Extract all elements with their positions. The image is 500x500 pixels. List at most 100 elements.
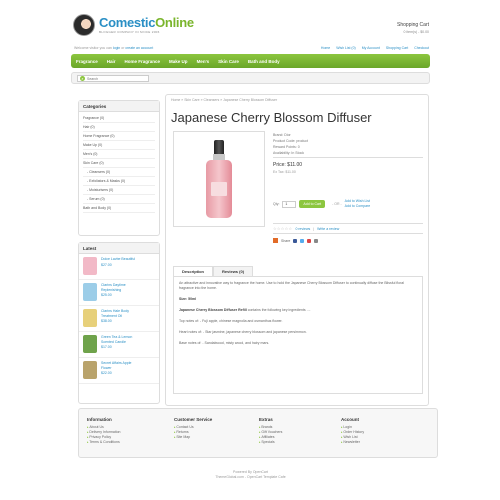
search-icon[interactable]: ⌕ [80, 76, 85, 81]
category-item[interactable]: Make Up (0) [83, 141, 155, 150]
latest-product-price: $25.00 [101, 293, 112, 297]
cart-row: Qty: 1 Add to Cart - OR - Add to Wish Li… [273, 199, 370, 209]
search-placeholder: Search [87, 76, 99, 81]
category-item[interactable]: Men's (0) [83, 150, 155, 159]
toplink-home[interactable]: Home [321, 46, 330, 50]
or-separator: - OR - [332, 202, 342, 206]
share-label[interactable]: Share [281, 239, 290, 243]
footer-column: ExtrasBrandsGift VouchersAffiliatesSpeci… [259, 417, 282, 445]
base-notes: Base notes of: - Sandalwood, misty wood,… [179, 341, 270, 345]
latest-product-thumbnail[interactable] [83, 361, 97, 379]
category-item[interactable]: Home Fragrance (0) [83, 132, 155, 141]
toplink-wishlist[interactable]: Wish List (0) [336, 46, 355, 50]
menu-item-mens[interactable]: Men's [197, 59, 210, 64]
reviews-row: ☆☆☆☆☆ 0 reviews | Write a review [273, 223, 423, 234]
latest-product-item[interactable]: Secret Affairs Apple Flower $22.00 [79, 358, 159, 384]
category-item[interactable]: - Exfoliators & Masks (0) [83, 177, 155, 186]
tab-description[interactable]: Description [173, 266, 214, 276]
latest-product-thumbnail[interactable] [83, 335, 97, 353]
menu-item-hair[interactable]: Hair [107, 59, 116, 64]
search-input[interactable]: ⌕ Search [77, 75, 149, 82]
latest-product-thumbnail[interactable] [83, 257, 97, 275]
ex-tax: Ex Tax: $11.00 [273, 170, 296, 174]
qty-label: Qty: [273, 202, 280, 206]
size-text: Size: 50ml [179, 297, 197, 301]
price: Price: $11.00 [273, 162, 303, 168]
logo-tagline: BLOGGER COMPANY IN SINCE 2006 [99, 30, 160, 34]
latest-product-name[interactable]: Clarins Daytime Replenishing [101, 283, 141, 292]
category-item[interactable]: - Serum (0) [83, 195, 155, 204]
top-links: Home Wish List (0) My Account Shopping C… [321, 46, 429, 50]
footer-column: AccountLoginOrder HistoryWish ListNewsle… [341, 417, 364, 445]
breadcrumb[interactable]: Home » Skin Care » Cleansers » Japanese … [171, 98, 277, 102]
footer-link[interactable]: Site Map [174, 435, 212, 440]
cart-summary[interactable]: 0 item(s) - $0.00 [397, 30, 429, 34]
latest-product-thumbnail[interactable] [83, 309, 97, 327]
footer-link[interactable]: Terms & Conditions [87, 440, 120, 445]
product-info: Brand: Dior Product Code: product Reward… [273, 133, 423, 174]
write-review-link[interactable]: Write a review [317, 227, 339, 231]
category-item[interactable]: Bath and Body (0) [83, 204, 155, 213]
footer-column-title: Extras [259, 417, 273, 422]
brand: Brand: Dior [273, 133, 291, 137]
facebook-icon[interactable] [293, 238, 298, 243]
latest-product-name[interactable]: Clarins Hale Body Treatment Oil [101, 309, 141, 318]
toplink-account[interactable]: My Account [362, 46, 380, 50]
menu-item-skin-care[interactable]: Skin Care [218, 59, 239, 64]
categories-title: Categories [79, 101, 159, 112]
create-account-link[interactable]: create an account [125, 46, 153, 50]
footer: InformationAbout UsDelivery InformationP… [78, 408, 438, 458]
theme-credit-link[interactable]: ThemeGlobal.com - OpenCart Template Cafe [68, 475, 433, 480]
footer-column: Customer ServiceContact UsReturnsSite Ma… [174, 417, 212, 440]
rating-stars-icon: ☆☆☆☆☆ [273, 226, 293, 231]
category-item[interactable]: Hair (0) [83, 123, 155, 132]
logo-name: ComesticOnline [99, 15, 194, 30]
category-item[interactable]: Skin Care (0) [83, 159, 155, 168]
more-share-icon[interactable] [314, 238, 319, 243]
email-icon[interactable] [307, 238, 312, 243]
latest-product-name[interactable]: Dolce Lavbe Beautiful [101, 257, 141, 262]
latest-box: Latest Dolce Lavbe Beautiful $27.00 Clarin… [78, 242, 160, 404]
latest-product-name[interactable]: Secret Affairs Apple Flower [101, 361, 141, 370]
page-title: Japanese Cherry Blossom Diffuser [171, 110, 372, 125]
category-item[interactable]: - Cleansers (0) [83, 168, 155, 177]
reviews-link[interactable]: 0 reviews [295, 227, 310, 231]
latest-product-thumbnail[interactable] [83, 283, 97, 301]
latest-product-item[interactable]: Clarins Hale Body Treatment Oil $38.00 [79, 306, 159, 332]
menu-item-home-fragrance[interactable]: Home Fragrance [125, 59, 161, 64]
login-link[interactable]: login [113, 46, 120, 50]
menu-item-make-up[interactable]: Make Up [169, 59, 188, 64]
menu-item-fragrance[interactable]: Fragrance [76, 59, 98, 64]
latest-list: Dolce Lavbe Beautiful $27.00 Clarins Dayti… [79, 254, 159, 384]
product-content: Home » Skin Care » Cleansers » Japanese … [165, 94, 429, 406]
reward-points: Reward Points: 0 [273, 145, 300, 149]
tab-reviews[interactable]: Reviews (0) [213, 266, 254, 276]
cart-title[interactable]: Shopping Cart [397, 22, 429, 28]
header-cart[interactable]: Shopping Cart 0 item(s) - $0.00 [397, 22, 429, 34]
quantity-input[interactable]: 1 [282, 200, 297, 208]
category-item[interactable]: Fragrance (0) [83, 114, 155, 123]
toplink-checkout[interactable]: Checkout [414, 46, 429, 50]
share-icon[interactable] [273, 238, 278, 243]
twitter-icon[interactable] [300, 238, 305, 243]
latest-product-price: $17.00 [101, 345, 112, 349]
toplink-cart[interactable]: Shopping Cart [386, 46, 408, 50]
latest-product-name[interactable]: Green Tea & Lemon Scented Candle [101, 335, 141, 344]
diffuser-bottle-image [206, 140, 232, 218]
product-image[interactable] [173, 131, 265, 227]
description-panel: An attractive and innovative way to frag… [173, 276, 423, 394]
footer-link[interactable]: Newsletter [341, 440, 364, 445]
latest-product-item[interactable]: Dolce Lavbe Beautiful $27.00 [79, 254, 159, 280]
add-to-compare-link[interactable]: Add to Compare [345, 204, 371, 209]
latest-product-item[interactable]: Green Tea & Lemon Scented Candle $17.00 [79, 332, 159, 358]
footer-link[interactable]: Specials [259, 440, 282, 445]
category-item[interactable]: - Moisturisers (0) [83, 186, 155, 195]
add-to-cart-button[interactable]: Add to Cart [299, 200, 326, 208]
availability: Availability: In Stock [273, 151, 305, 155]
latest-product-price: $38.00 [101, 319, 112, 323]
menu-item-bath-body[interactable]: Bath and Body [248, 59, 280, 64]
site-logo[interactable]: ComesticOnline BLOGGER COMPANY IN SINCE … [73, 14, 194, 36]
latest-product-item[interactable]: Clarins Daytime Replenishing $25.00 [79, 280, 159, 306]
main-menu: Fragrance Hair Home Fragrance Make Up Me… [71, 54, 430, 68]
subbar: Welcome visitor you can login or create … [68, 44, 433, 54]
